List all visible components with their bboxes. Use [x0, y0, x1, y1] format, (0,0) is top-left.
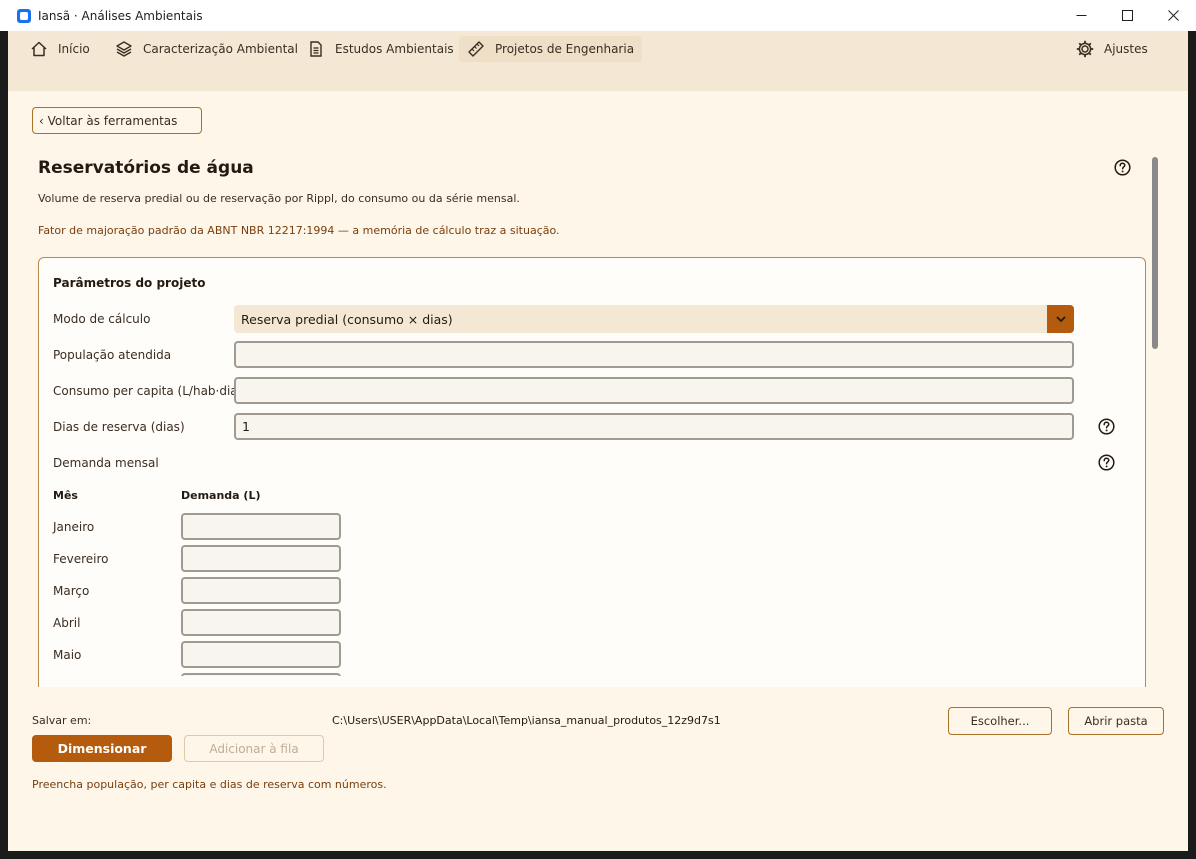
nav-item-label: Caracterização Ambiental	[143, 42, 298, 56]
days-input[interactable]: 1	[234, 413, 1074, 440]
nav-item-inicio[interactable]: Início	[22, 36, 98, 62]
save-path: C:\Users\USER\AppData\Local\Temp\iansa_m…	[332, 714, 721, 727]
app-icon	[17, 8, 31, 23]
month-column-header: Mês	[53, 489, 78, 502]
status-message: Preencha população, per capita e dias de…	[32, 778, 387, 791]
nav-item-caracterizacao[interactable]: Caracterização Ambiental	[107, 36, 306, 62]
month-label: Janeiro	[53, 520, 95, 534]
select-arrow[interactable]	[1047, 305, 1074, 333]
nav-item-label: Estudos Ambientais	[335, 42, 454, 56]
app-frame: Início Caracterização Ambiental Estudos …	[8, 31, 1188, 851]
demand-input-maio[interactable]	[181, 641, 341, 668]
month-label: Maio	[53, 648, 82, 662]
save-location-label: Salvar em:	[32, 714, 92, 727]
chevron-down-icon	[1056, 316, 1065, 322]
choose-folder-button[interactable]: Escolher...	[948, 707, 1052, 735]
nav-item-projetos[interactable]: Projetos de Engenharia	[459, 36, 643, 62]
mode-select[interactable]: Reserva predial (consumo × dias)	[234, 305, 1074, 333]
days-label: Dias de reserva (dias)	[53, 420, 185, 434]
page-note: Fator de majoração padrão da ABNT NBR 12…	[38, 224, 560, 237]
home-icon	[31, 41, 47, 57]
window-titlebar: Iansã · Análises Ambientais	[0, 0, 1196, 31]
document-icon	[310, 41, 322, 57]
nav-item-ajustes[interactable]: Ajustes	[1068, 36, 1156, 62]
help-icon	[1098, 454, 1115, 471]
help-button[interactable]	[1114, 159, 1131, 180]
window-title: Iansã · Análises Ambientais	[38, 8, 203, 23]
per-capita-label: Consumo per capita (L/hab·dia)	[53, 384, 243, 398]
panel-title: Parâmetros do projeto	[53, 276, 206, 290]
demand-column-header: Demanda (L)	[181, 489, 261, 502]
month-label: Abril	[53, 616, 81, 630]
gear-icon	[1076, 40, 1094, 58]
maximize-button[interactable]	[1104, 0, 1150, 31]
mode-select-value: Reserva predial (consumo × dias)	[241, 311, 453, 327]
mode-label: Modo de cálculo	[53, 312, 151, 326]
parameters-panel-content: Parâmetros do projeto Modo de cálculo Re…	[38, 257, 1146, 676]
minimize-button[interactable]	[1058, 0, 1104, 31]
demand-input-marco[interactable]	[181, 577, 341, 604]
month-label: Março	[53, 584, 90, 598]
demand-input-janeiro[interactable]	[181, 513, 341, 540]
layers-icon	[116, 41, 132, 57]
demand-input-junho[interactable]	[181, 673, 341, 676]
maximize-icon	[1121, 10, 1133, 21]
population-label: População atendida	[53, 348, 172, 362]
scrollbar-thumb[interactable]	[1152, 157, 1158, 349]
ruler-icon	[468, 41, 484, 57]
dimension-button[interactable]: Dimensionar	[32, 735, 172, 762]
nav-item-estudos[interactable]: Estudos Ambientais	[299, 36, 462, 62]
window-controls	[1058, 0, 1196, 31]
close-button[interactable]	[1150, 0, 1196, 31]
page-description: Volume de reserva predial ou de reservaç…	[38, 192, 520, 205]
days-help-button[interactable]	[1098, 418, 1115, 439]
nav-item-label: Projetos de Engenharia	[495, 42, 635, 56]
monthly-demand-label: Demanda mensal	[53, 456, 159, 470]
per-capita-input[interactable]	[234, 377, 1074, 404]
help-icon	[1098, 418, 1115, 435]
back-to-tools-button[interactable]: ‹ Voltar às ferramentas	[32, 107, 202, 134]
minimize-icon	[1076, 15, 1086, 16]
nav-item-label: Início	[58, 42, 90, 56]
month-label: Fevereiro	[53, 552, 109, 566]
demand-input-abril[interactable]	[181, 609, 341, 636]
nav-item-label: Ajustes	[1104, 42, 1148, 56]
close-icon	[1167, 10, 1179, 21]
demand-input-fevereiro[interactable]	[181, 545, 341, 572]
add-to-queue-button[interactable]: Adicionar à fila	[184, 735, 324, 762]
population-input[interactable]	[234, 341, 1074, 368]
open-folder-button[interactable]: Abrir pasta	[1068, 707, 1164, 735]
monthly-help-button[interactable]	[1098, 454, 1115, 475]
page-title: Reservatórios de água	[38, 158, 254, 178]
help-icon	[1114, 159, 1131, 176]
top-nav: Início Caracterização Ambiental Estudos …	[8, 31, 1188, 91]
